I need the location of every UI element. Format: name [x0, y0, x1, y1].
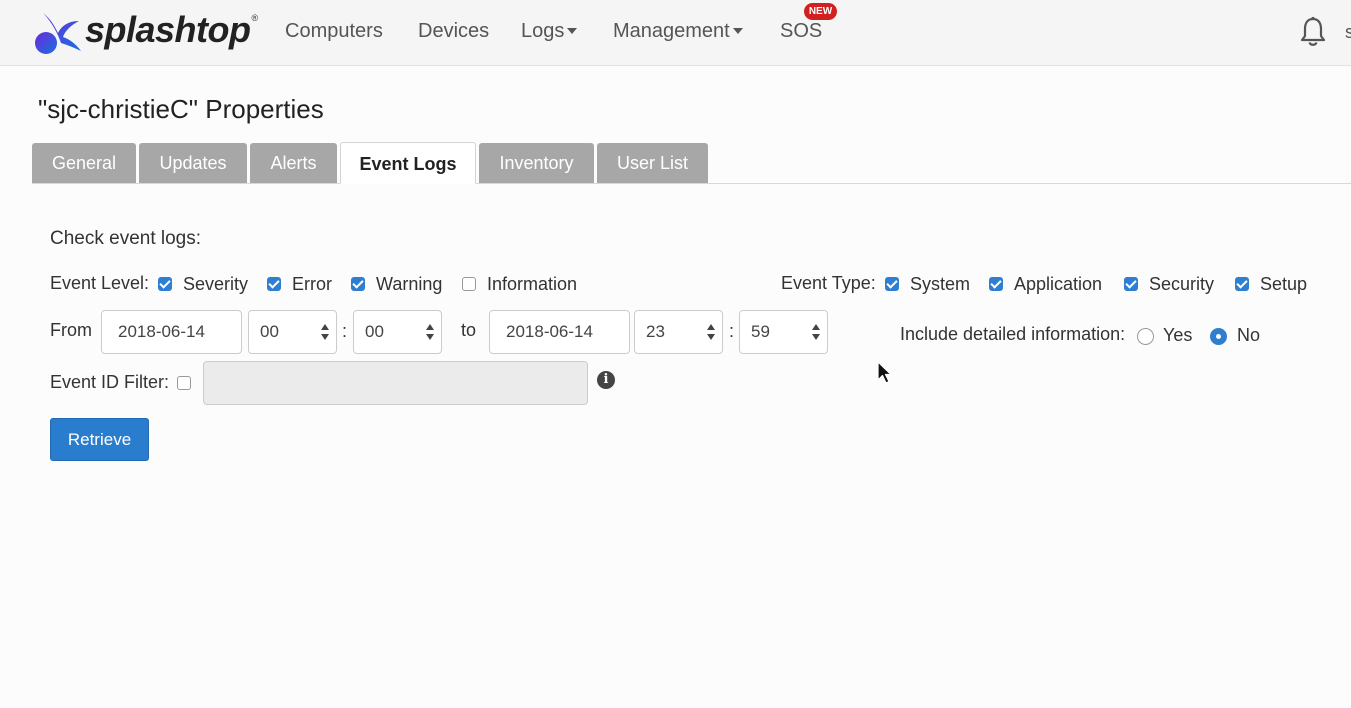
event-type-label: Event Type: — [781, 273, 876, 293]
severity-label: Severity — [183, 274, 249, 294]
system-checkbox[interactable] — [885, 277, 899, 291]
tab-inventory[interactable]: Inventory — [479, 143, 594, 183]
nav-sos[interactable]: SOS — [780, 20, 822, 43]
spinner-arrows-icon — [321, 323, 329, 341]
event-id-filter-checkbox[interactable] — [177, 376, 191, 390]
from-date-input[interactable]: 2018-06-14 — [101, 310, 242, 354]
from-minute-value: 00 — [365, 322, 384, 341]
to-hour-value: 23 — [646, 322, 665, 341]
information-checkbox[interactable] — [462, 277, 476, 291]
from-label: From — [50, 320, 92, 340]
detailed-yes-radio[interactable] — [1137, 328, 1154, 345]
application-checkbox[interactable] — [989, 277, 1003, 291]
splashtop-logo[interactable]: splashtop ® — [33, 8, 258, 56]
to-hour-select[interactable]: 23 — [634, 310, 723, 354]
section-heading: Check event logs: — [50, 228, 202, 249]
tabs-divider — [32, 183, 1351, 184]
top-navbar: splashtop ® Computers Devices Logs Manag… — [0, 0, 1351, 66]
from-time-separator: : — [342, 321, 348, 341]
from-minute-select[interactable]: 00 — [353, 310, 442, 354]
security-label: Security — [1149, 274, 1215, 294]
nav-devices[interactable]: Devices — [418, 20, 489, 43]
setup-checkbox[interactable] — [1235, 277, 1249, 291]
severity-checkbox[interactable] — [158, 277, 172, 291]
information-label: Information — [487, 274, 578, 294]
security-checkbox[interactable] — [1124, 277, 1138, 291]
from-hour-value: 00 — [260, 322, 279, 341]
setup-label: Setup — [1260, 274, 1308, 294]
nav-sos-label: SOS — [780, 20, 823, 42]
nav-logs-dropdown[interactable]: Logs — [521, 20, 578, 43]
system-label: System — [910, 274, 971, 294]
event-id-filter-label: Event ID Filter: — [50, 372, 170, 392]
detailed-no-label: No — [1237, 325, 1261, 345]
brand-registered-mark: ® — [251, 13, 259, 23]
info-icon[interactable]: i — [597, 371, 615, 389]
error-label: Error — [292, 274, 332, 294]
spinner-arrows-icon — [707, 323, 715, 341]
page-title: "sjc-christieC" Properties — [38, 94, 324, 124]
application-label: Application — [1014, 274, 1103, 294]
to-date-input[interactable]: 2018-06-14 — [489, 310, 630, 354]
tab-general[interactable]: General — [32, 143, 136, 183]
nav-computers[interactable]: Computers — [285, 20, 383, 43]
event-level-label: Event Level: — [50, 273, 150, 293]
from-hour-select[interactable]: 00 — [248, 310, 337, 354]
chevron-down-icon — [732, 27, 743, 34]
nav-management-dropdown[interactable]: Management — [613, 20, 743, 43]
warning-label: Warning — [376, 274, 443, 294]
tab-event-logs[interactable]: Event Logs — [340, 142, 476, 184]
to-time-separator: : — [729, 321, 735, 341]
nav-user-cut[interactable]: s — [1345, 22, 1351, 43]
nav-devices-label: Devices — [418, 20, 490, 42]
tab-user-list[interactable]: User List — [597, 143, 708, 183]
mouse-cursor-icon — [877, 361, 892, 384]
nav-logs-label: Logs — [521, 20, 565, 42]
event-id-filter-input[interactable] — [203, 361, 588, 405]
spinner-arrows-icon — [426, 323, 434, 341]
tab-alerts[interactable]: Alerts — [250, 143, 337, 183]
bell-icon[interactable] — [1298, 16, 1328, 48]
splashtop-logo-icon — [35, 13, 81, 54]
detailed-no-radio[interactable] — [1210, 328, 1227, 345]
detailed-yes-label: Yes — [1163, 325, 1193, 345]
warning-checkbox[interactable] — [351, 277, 365, 291]
to-minute-select[interactable]: 59 — [739, 310, 828, 354]
nav-management-label: Management — [613, 20, 730, 42]
brand-name: splashtop — [85, 9, 251, 50]
detailed-info-label: Include detailed information: — [900, 324, 1126, 344]
chevron-down-icon — [567, 27, 578, 34]
retrieve-button[interactable]: Retrieve — [50, 418, 149, 461]
new-badge: NEW — [804, 3, 837, 20]
to-minute-value: 59 — [751, 322, 770, 341]
nav-computers-label: Computers — [285, 20, 383, 42]
error-checkbox[interactable] — [267, 277, 281, 291]
to-label: to — [461, 320, 477, 340]
tab-updates[interactable]: Updates — [139, 143, 247, 183]
spinner-arrows-icon — [812, 323, 820, 341]
